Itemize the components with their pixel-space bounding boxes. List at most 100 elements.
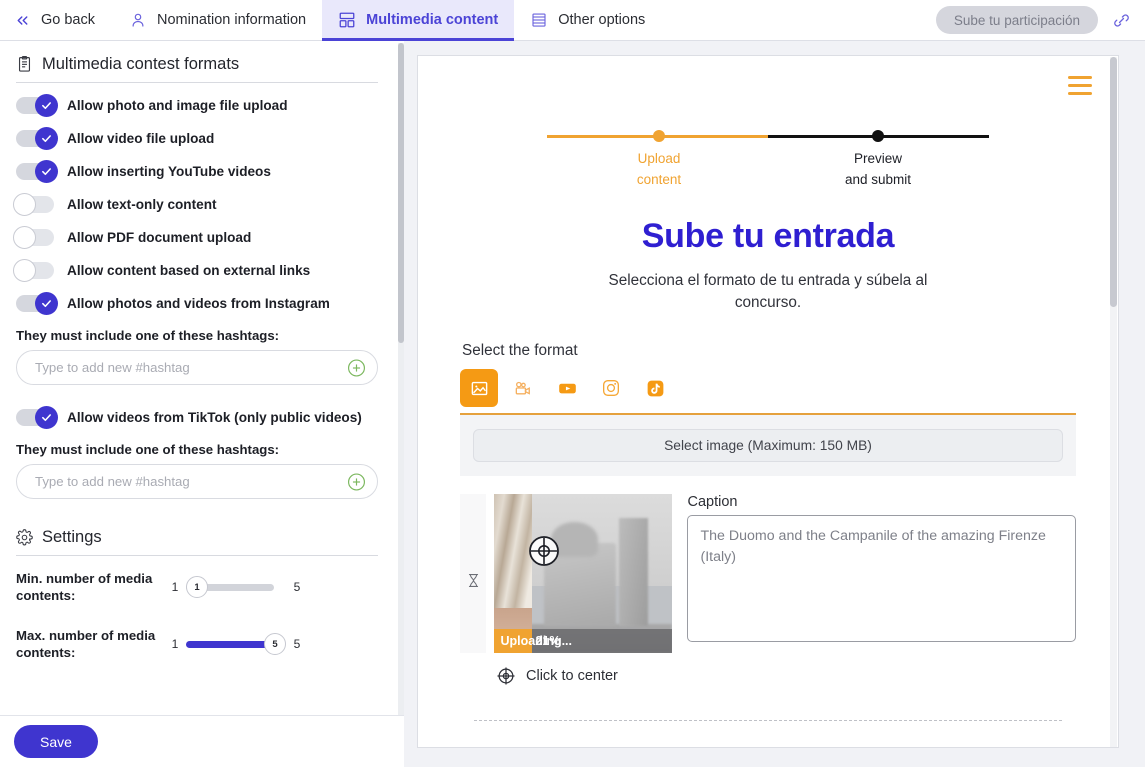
toggle-label: Allow inserting YouTube videos xyxy=(67,164,271,179)
stepper-label-preview: Preview and submit xyxy=(803,149,953,191)
toggle-allow-pdf-upload[interactable] xyxy=(13,226,54,249)
slider-min-media[interactable]: 1 xyxy=(186,576,286,599)
stepper-dot-upload[interactable] xyxy=(653,130,665,142)
slider-thumb[interactable]: 1 xyxy=(186,576,208,599)
click-to-center-button[interactable]: Click to center xyxy=(496,666,1076,686)
stepper-label-line1: Upload xyxy=(637,151,681,166)
toggle-allow-text-only[interactable] xyxy=(13,193,54,216)
tab-nomination-information[interactable]: Nomination information xyxy=(113,0,322,41)
slider-row-max-media: Max. number of media contents: 1 5 5 xyxy=(16,627,378,662)
toggle-row-video-upload: Allow video file upload xyxy=(16,127,378,150)
toggle-label: Allow photo and image file upload xyxy=(67,98,288,113)
format-button-tiktok[interactable] xyxy=(636,369,674,407)
tab-label: Other options xyxy=(558,11,646,28)
toggle-row-youtube: Allow inserting YouTube videos xyxy=(16,160,378,183)
upload-progress-bar: Uploading... 21% xyxy=(494,628,673,653)
click-to-center-label: Click to center xyxy=(526,667,618,684)
submit-participation-button[interactable]: Sube tu participación xyxy=(935,6,1098,34)
layout-icon xyxy=(338,11,356,29)
sidebar-scroll-area: Multimedia contest formats Allow photo a… xyxy=(0,41,398,716)
crosshair-icon[interactable] xyxy=(527,534,561,568)
user-icon xyxy=(129,11,147,29)
slider-max-media[interactable]: 5 xyxy=(186,633,286,656)
toggle-row-external-links: Allow content based on external links xyxy=(13,259,378,282)
tab-multimedia-content[interactable]: Multimedia content xyxy=(322,0,515,41)
tab-other-options[interactable]: Other options xyxy=(514,0,661,41)
slider-label: Min. number of media contents: xyxy=(16,571,153,604)
slider-max-value: 5 xyxy=(293,580,301,595)
format-button-youtube[interactable] xyxy=(548,369,586,407)
stepper-label-line2: and submit xyxy=(844,171,912,187)
toggle-allow-instagram[interactable] xyxy=(16,292,58,315)
caption-input[interactable]: The Duomo and the Campanile of the amazi… xyxy=(687,514,1076,642)
go-back-button[interactable]: Go back xyxy=(0,0,113,41)
toggle-allow-youtube-videos[interactable] xyxy=(16,160,58,183)
toggle-row-tiktok: Allow videos from TikTok (only public vi… xyxy=(16,406,378,429)
sidebar-scrollbar-thumb[interactable] xyxy=(398,43,404,343)
slider-thumb[interactable]: 5 xyxy=(264,633,286,656)
progress-stepper: Upload content Preview and submit xyxy=(547,130,989,191)
gear-icon xyxy=(16,529,33,546)
caption-column: Caption The Duomo and the Campanile of t… xyxy=(687,494,1076,653)
format-button-instagram[interactable] xyxy=(592,369,630,407)
toggle-label: Allow video file upload xyxy=(67,131,215,146)
slider-min-value: 1 xyxy=(171,580,179,595)
add-hashtag-icon[interactable] xyxy=(347,358,366,377)
slider-max-value: 5 xyxy=(293,637,301,652)
stepper-label-line1: Preview xyxy=(853,151,902,166)
preview-content: Upload content Preview and submit Sube t… xyxy=(418,130,1118,721)
hamburger-icon[interactable] xyxy=(1068,76,1092,100)
preview-scrollbar[interactable] xyxy=(1110,57,1117,747)
toggle-row-instagram: Allow photos and videos from Instagram xyxy=(16,292,378,315)
tiktok-hashtag-field[interactable] xyxy=(16,464,378,499)
instagram-hashtag-label: They must include one of these hashtags: xyxy=(16,328,280,343)
clipboard-icon xyxy=(16,55,33,73)
slider-label: Max. number of media contents: xyxy=(16,627,156,661)
toggle-allow-video-upload[interactable] xyxy=(16,127,58,150)
app-root: Go back Nomination information Multimedi… xyxy=(0,0,1145,767)
page-title: Sube tu entrada xyxy=(641,217,895,255)
format-button-video[interactable] xyxy=(504,369,542,407)
media-drag-handle[interactable] xyxy=(460,493,487,653)
toggle-row-photo-upload: Allow photo and image file upload xyxy=(16,94,378,117)
toggle-label: Allow content based on external links xyxy=(67,263,311,278)
instagram-hashtag-input[interactable] xyxy=(33,359,339,376)
settings-section-title: Settings xyxy=(42,528,102,547)
media-thumbnail[interactable]: Uploading... 21% xyxy=(494,493,673,653)
slider-track xyxy=(186,641,274,649)
tiktok-hashtag-input[interactable] xyxy=(33,473,339,490)
upload-progress-percent: 21% xyxy=(535,633,561,648)
toggle-allow-external-links[interactable] xyxy=(13,259,54,282)
upload-drop-panel: Select image (Maximum: 150 MB) xyxy=(460,414,1076,476)
format-button-image[interactable] xyxy=(460,369,498,408)
toggle-allow-photo-upload[interactable] xyxy=(16,94,58,117)
link-icon[interactable] xyxy=(1106,5,1136,35)
stepper-label-line2: content xyxy=(636,171,682,187)
section-divider xyxy=(474,719,1062,721)
instagram-hashtag-field[interactable] xyxy=(16,350,378,385)
add-hashtag-icon[interactable] xyxy=(347,472,366,491)
hourglass-icon xyxy=(466,508,481,653)
select-format-label: Select the format xyxy=(462,342,578,360)
save-button[interactable]: Save xyxy=(14,725,98,758)
sidebar-footer: Save xyxy=(0,715,404,767)
stepper-line xyxy=(547,135,989,138)
formats-section-header: Multimedia contest formats xyxy=(16,55,378,83)
page-subtitle: Selecciona el formato de tu entrada y sú… xyxy=(608,272,928,312)
sidebar-scrollbar[interactable] xyxy=(398,43,404,716)
formats-section-title: Multimedia contest formats xyxy=(42,54,240,73)
slider-row-min-media: Min. number of media contents: 1 1 5 xyxy=(16,570,378,605)
media-item-row: Uploading... 21% Caption The Duomo and t… xyxy=(460,493,1076,653)
settings-sidebar: Multimedia contest formats Allow photo a… xyxy=(0,41,404,767)
preview-scrollbar-thumb[interactable] xyxy=(1110,57,1117,307)
caption-label: Caption xyxy=(687,493,738,510)
select-image-button[interactable]: Select image (Maximum: 150 MB) xyxy=(473,428,1063,462)
toggle-allow-tiktok[interactable] xyxy=(16,406,58,429)
chevron-double-left-icon xyxy=(14,12,31,29)
toggle-label: Allow text-only content xyxy=(67,197,217,212)
stepper-dot-preview[interactable] xyxy=(872,130,884,142)
stepper-label-upload: Upload content xyxy=(584,149,734,191)
slider-min-value: 1 xyxy=(171,637,179,652)
toggle-row-text-only: Allow text-only content xyxy=(13,193,378,216)
crosshair-icon xyxy=(496,666,516,686)
